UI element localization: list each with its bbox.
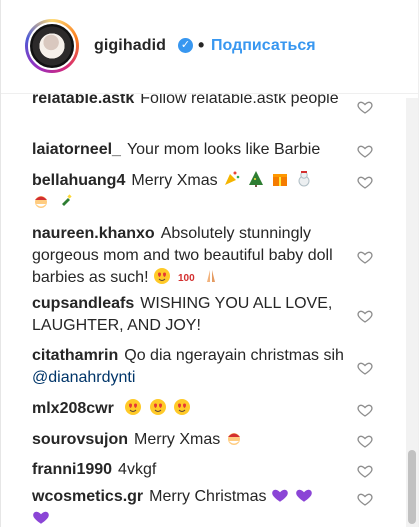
christmas-tree-icon (247, 170, 265, 188)
scrollbar-thumb[interactable] (408, 450, 416, 524)
comment-item: citathamrin Qo dia ngerayain christmas si… (32, 345, 347, 389)
instagram-comment-panel: gigihadid ✓ • Подписаться relatable.astk… (0, 0, 419, 527)
santa-icon (32, 192, 50, 210)
comment-item: wcosmetics.gr Merry Christmas (32, 486, 347, 527)
like-heart-icon[interactable] (357, 143, 373, 159)
comment-text: Follow relatable.astk people (140, 94, 339, 107)
comment-item: naureen.khanxo Absolutely stunningly gorg… (32, 223, 347, 289)
like-heart-icon[interactable] (357, 308, 373, 324)
like-heart-icon[interactable] (357, 463, 373, 479)
comment-text: Qo dia ngerayain christmas sih (124, 347, 344, 364)
profile-avatar-ring[interactable] (25, 19, 79, 73)
profile-username[interactable]: gigihadid (94, 37, 166, 55)
svg-text:100: 100 (178, 273, 195, 284)
comment-username[interactable]: relatable.astk (32, 94, 134, 107)
comment-item: mlx208cwr (32, 398, 347, 420)
comment-item: laiatorneel_ Your mom looks like Barbie (32, 139, 347, 161)
party-popper-icon (222, 170, 240, 188)
comment-text: Merry Xmas (131, 172, 218, 189)
separator-dot: • (198, 35, 205, 55)
comment-text: 4vkgf (118, 461, 157, 478)
like-heart-icon[interactable] (357, 249, 373, 265)
like-heart-icon[interactable] (357, 402, 373, 418)
purple-heart-icon (32, 508, 50, 526)
comment-username[interactable]: wcosmetics.gr (32, 488, 143, 505)
heart-eyes-icon (153, 267, 171, 285)
like-heart-icon[interactable] (357, 174, 373, 190)
comment-username[interactable]: citathamrin (32, 347, 118, 364)
comment-item: bellahuang4 Merry Xmas (32, 170, 347, 214)
heart-eyes-icon (149, 398, 167, 416)
comment-mention-link[interactable]: @dianahrdynti (32, 369, 135, 386)
gift-icon (271, 170, 289, 188)
snowman-icon (295, 170, 313, 188)
comment-username[interactable]: naureen.khanxo (32, 225, 155, 242)
hundred-icon: 100 (177, 267, 195, 285)
comment-username[interactable]: bellahuang4 (32, 172, 125, 189)
champagne-icon (56, 192, 74, 210)
like-heart-icon[interactable] (357, 433, 373, 449)
comment-username[interactable]: franni1990 (32, 461, 112, 478)
comment-text: Merry Xmas (134, 431, 221, 448)
comments-list[interactable]: relatable.astk Follow relatable.astk peop… (1, 94, 418, 527)
purple-heart-icon (271, 486, 289, 504)
comment-item: franni1990 4vkgf (32, 459, 347, 481)
comment-item: sourovsujon Merry Xmas (32, 429, 347, 451)
heart-eyes-icon (124, 398, 142, 416)
follow-button[interactable]: Подписаться (211, 37, 316, 55)
purple-heart-icon (295, 486, 313, 504)
comment-username[interactable]: mlx208cwr (32, 400, 114, 417)
like-heart-icon[interactable] (357, 99, 373, 115)
folded-hands-icon (202, 267, 220, 285)
santa-icon (225, 429, 243, 447)
heart-eyes-icon (173, 398, 191, 416)
like-heart-icon[interactable] (357, 491, 373, 507)
comment-username[interactable]: sourovsujon (32, 431, 128, 448)
avatar[interactable] (28, 22, 76, 70)
like-heart-icon[interactable] (357, 360, 373, 376)
comment-text: Merry Christmas (149, 488, 267, 505)
comments-scrollbar[interactable] (406, 98, 418, 527)
comment-username[interactable]: cupsandleafs (32, 295, 134, 312)
post-header: gigihadid ✓ • Подписаться (1, 0, 418, 94)
comment-item: relatable.astk Follow relatable.astk peop… (32, 94, 347, 110)
verified-badge-icon: ✓ (178, 38, 193, 53)
comment-username[interactable]: laiatorneel_ (32, 141, 121, 158)
comment-item: cupsandleafs WISHING YOU ALL LOVE, LAUGHT… (32, 293, 347, 337)
comment-text: Your mom looks like Barbie (126, 141, 321, 158)
